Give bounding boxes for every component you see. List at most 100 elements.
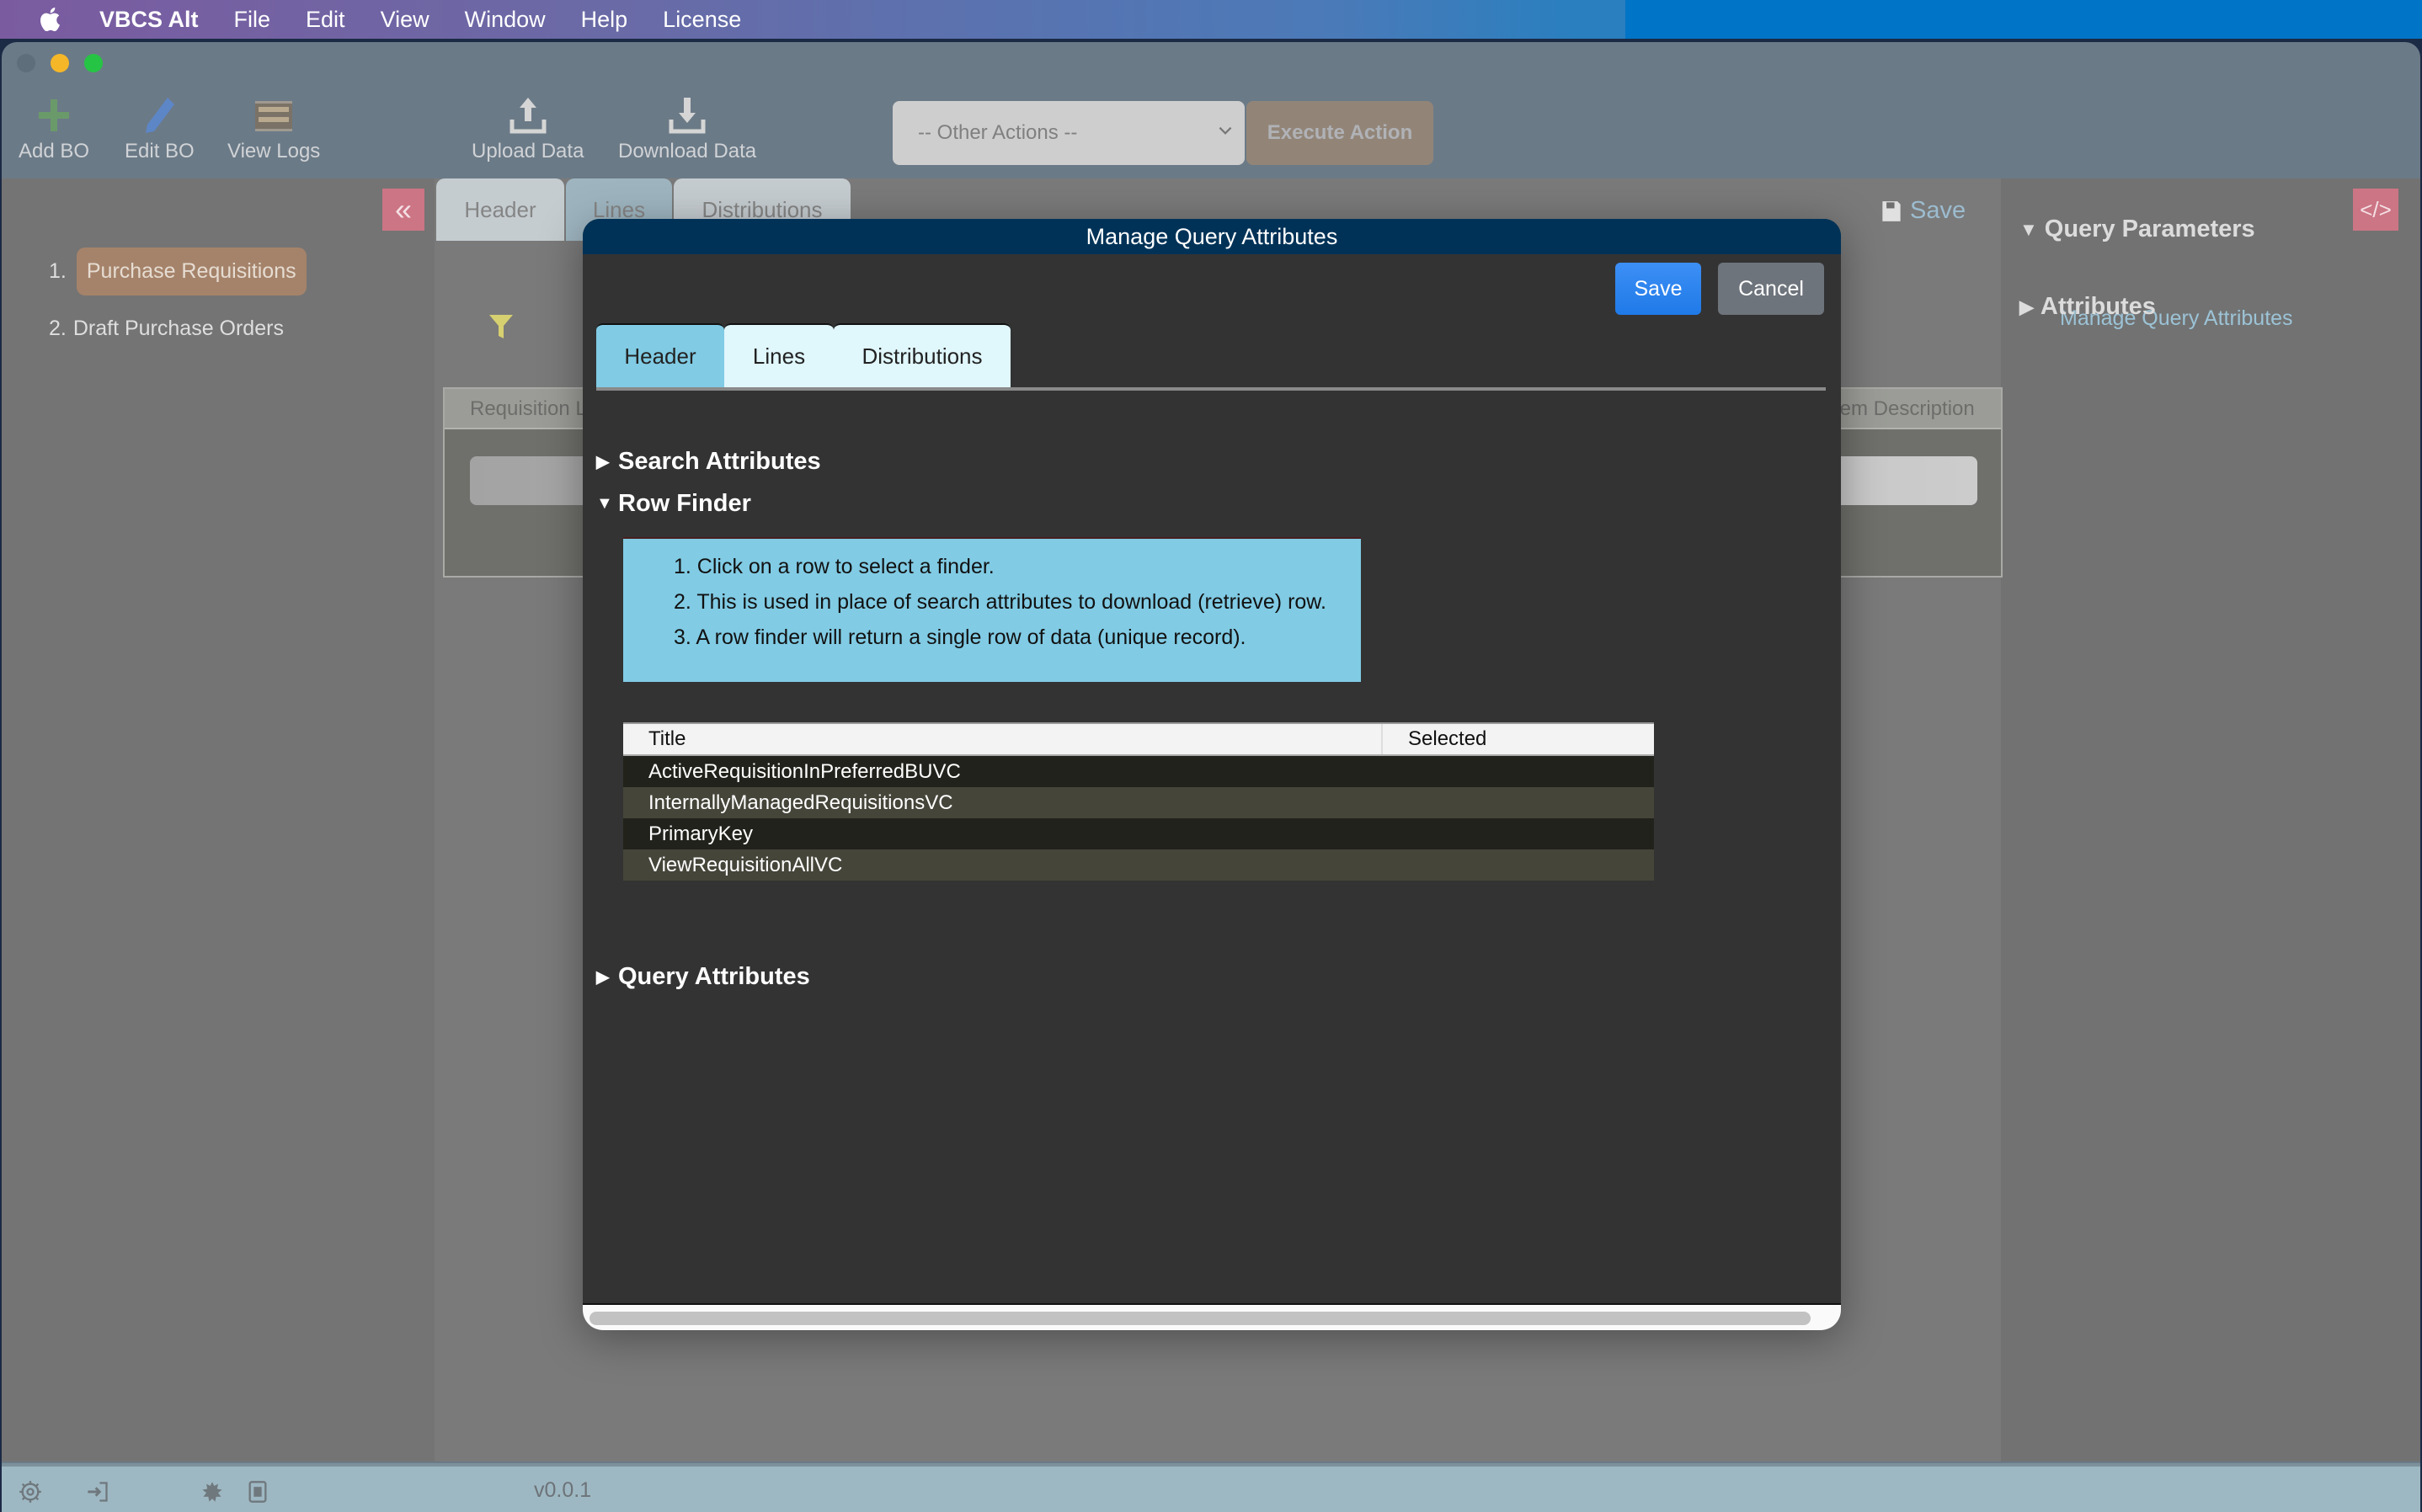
scrollbar-thumb[interactable]: [589, 1312, 1811, 1325]
menu-app-name[interactable]: VBCS Alt: [99, 7, 199, 33]
filter-icon[interactable]: [488, 313, 514, 340]
attributes-node[interactable]: ▶ Attributes: [2019, 293, 2156, 321]
table-row[interactable]: PrimaryKey: [623, 818, 1654, 849]
instruction-item: 3. A row finder will return a single row…: [674, 626, 1246, 649]
logs-icon: [255, 101, 293, 131]
caret-right-icon: ▶: [2019, 295, 2034, 317]
row-title: ViewRequisitionAllVC: [648, 853, 843, 876]
menu-window[interactable]: Window: [465, 7, 546, 33]
dialog-title: Manage Query Attributes: [583, 219, 1841, 254]
row-finder-instructions: 1. Click on a row to select a finder. 2.…: [623, 537, 1361, 682]
collapse-sidebar-button[interactable]: «: [382, 189, 424, 231]
add-bo-button[interactable]: Add BO: [19, 94, 89, 163]
manage-query-attributes-dialog: Manage Query Attributes Save Cancel Head…: [583, 219, 1841, 1330]
table-header: Title Selected: [623, 722, 1654, 756]
tab-header[interactable]: Header: [436, 178, 564, 241]
table-row[interactable]: InternallyManagedRequisitionsVC: [623, 787, 1654, 818]
window-controls: [17, 54, 103, 72]
close-window-button[interactable]: [17, 54, 35, 72]
gear-icon[interactable]: [19, 1480, 42, 1504]
attributes-label: Attributes: [2040, 293, 2156, 320]
row-title: ActiveRequisitionInPreferredBUVC: [648, 759, 961, 783]
toggle-code-button[interactable]: </>: [2353, 189, 2398, 231]
sign-in-icon[interactable]: [86, 1480, 109, 1504]
menu-edit[interactable]: Edit: [306, 7, 345, 33]
column-selected[interactable]: Selected: [1383, 724, 1486, 754]
sidebar-item-draft-purchase-orders[interactable]: 2. Draft Purchase Orders: [49, 317, 284, 341]
plus-icon: [39, 99, 70, 131]
row-finder-section[interactable]: ▼ Row Finder: [596, 490, 751, 518]
chevron-down-icon: [1219, 126, 1232, 135]
version-label: v0.0.1: [534, 1478, 592, 1502]
row-title: PrimaryKey: [648, 822, 754, 845]
row-finder-table: Title Selected ActiveRequisitionInPrefer…: [623, 722, 1654, 881]
column-title[interactable]: Title: [623, 724, 1383, 754]
download-icon: [669, 98, 706, 134]
dialog-horizontal-scrollbar[interactable]: [583, 1303, 1841, 1330]
view-logs-button[interactable]: View Logs: [227, 94, 320, 163]
table-row[interactable]: ViewRequisitionAllVC: [623, 849, 1654, 881]
query-parameters-label: Query Parameters: [2044, 216, 2255, 242]
menu-view[interactable]: View: [381, 7, 429, 33]
other-actions-select[interactable]: -- Other Actions --: [893, 101, 1245, 165]
caret-down-icon: ▼: [2019, 218, 2038, 240]
row-title: InternallyManagedRequisitionsVC: [648, 791, 953, 814]
dialog-cancel-button[interactable]: Cancel: [1718, 263, 1824, 315]
row-finder-label: Row Finder: [618, 490, 751, 517]
execute-action-button[interactable]: Execute Action: [1246, 101, 1433, 165]
menu-bar: VBCS Alt File Edit View Window Help Lice…: [0, 0, 2422, 39]
caret-down-icon: ▼: [596, 494, 613, 513]
sidebar: [2, 178, 435, 1461]
table-row[interactable]: ActiveRequisitionInPreferredBUVC: [623, 756, 1654, 787]
code-icon: </>: [2360, 196, 2392, 222]
menu-help[interactable]: Help: [581, 7, 628, 33]
caret-right-icon: ▶: [596, 968, 610, 987]
query-attributes-section[interactable]: ▶ Query Attributes: [596, 963, 810, 991]
sidebar-item-number: 2.: [49, 317, 67, 340]
add-bo-label: Add BO: [19, 140, 90, 162]
floppy-disk-icon: [1882, 200, 1901, 221]
sidebar-item-label: Purchase Requisitions: [76, 248, 307, 295]
view-logs-label: View Logs: [227, 140, 321, 162]
zoom-window-button[interactable]: [84, 54, 103, 72]
query-parameters-node[interactable]: ▼ Query Parameters: [2019, 216, 2255, 243]
sidebar-item-label: Draft Purchase Orders: [72, 317, 284, 340]
menu-bar-background: [1625, 0, 2422, 39]
query-attributes-label: Query Attributes: [618, 963, 810, 990]
double-chevron-left-icon: «: [394, 192, 413, 226]
dialog-save-button[interactable]: Save: [1615, 263, 1701, 315]
status-bar: v0.0.1: [2, 1463, 2420, 1512]
download-data-label: Download Data: [618, 140, 757, 162]
apple-icon[interactable]: [37, 5, 66, 34]
edit-bo-label: Edit BO: [125, 140, 195, 162]
save-button[interactable]: Save: [1881, 197, 1966, 225]
other-actions-value: -- Other Actions --: [918, 121, 1078, 144]
upload-icon: [509, 98, 547, 134]
save-label: Save: [1910, 197, 1966, 224]
dialog-tab-distributions[interactable]: Distributions: [834, 323, 1011, 387]
instruction-item: 1. Click on a row to select a finder.: [674, 555, 995, 578]
search-attributes-section[interactable]: ▶ Search Attributes: [596, 448, 821, 476]
edit-bo-button[interactable]: Edit BO: [125, 94, 195, 163]
tab-divider: [596, 387, 1826, 391]
pencil-icon: [146, 98, 175, 133]
column-requisition-line: Requisition L: [470, 397, 587, 420]
sidebar-item-purchase-requisitions[interactable]: 1. Purchase Requisitions: [49, 248, 307, 295]
dialog-tabs: Header Lines Distributions: [596, 323, 1011, 387]
menu-file[interactable]: File: [234, 7, 271, 33]
bug-icon[interactable]: [200, 1480, 224, 1504]
download-data-button[interactable]: Download Data: [618, 94, 756, 163]
minimize-window-button[interactable]: [51, 54, 69, 72]
column-item-description: tem Description: [1834, 397, 1975, 420]
upload-data-button[interactable]: Upload Data: [472, 94, 584, 163]
upload-data-label: Upload Data: [472, 140, 584, 162]
menu-license[interactable]: License: [663, 7, 741, 33]
instruction-item: 2. This is used in place of search attri…: [674, 590, 1326, 614]
caret-right-icon: ▶: [596, 453, 610, 471]
sidebar-item-number: 1.: [49, 259, 67, 283]
dialog-tab-header[interactable]: Header: [596, 323, 724, 387]
dialog-tab-lines[interactable]: Lines: [724, 323, 834, 387]
search-attributes-label: Search Attributes: [618, 448, 821, 475]
document-icon[interactable]: [246, 1480, 269, 1504]
right-panel: [2001, 178, 2420, 1461]
